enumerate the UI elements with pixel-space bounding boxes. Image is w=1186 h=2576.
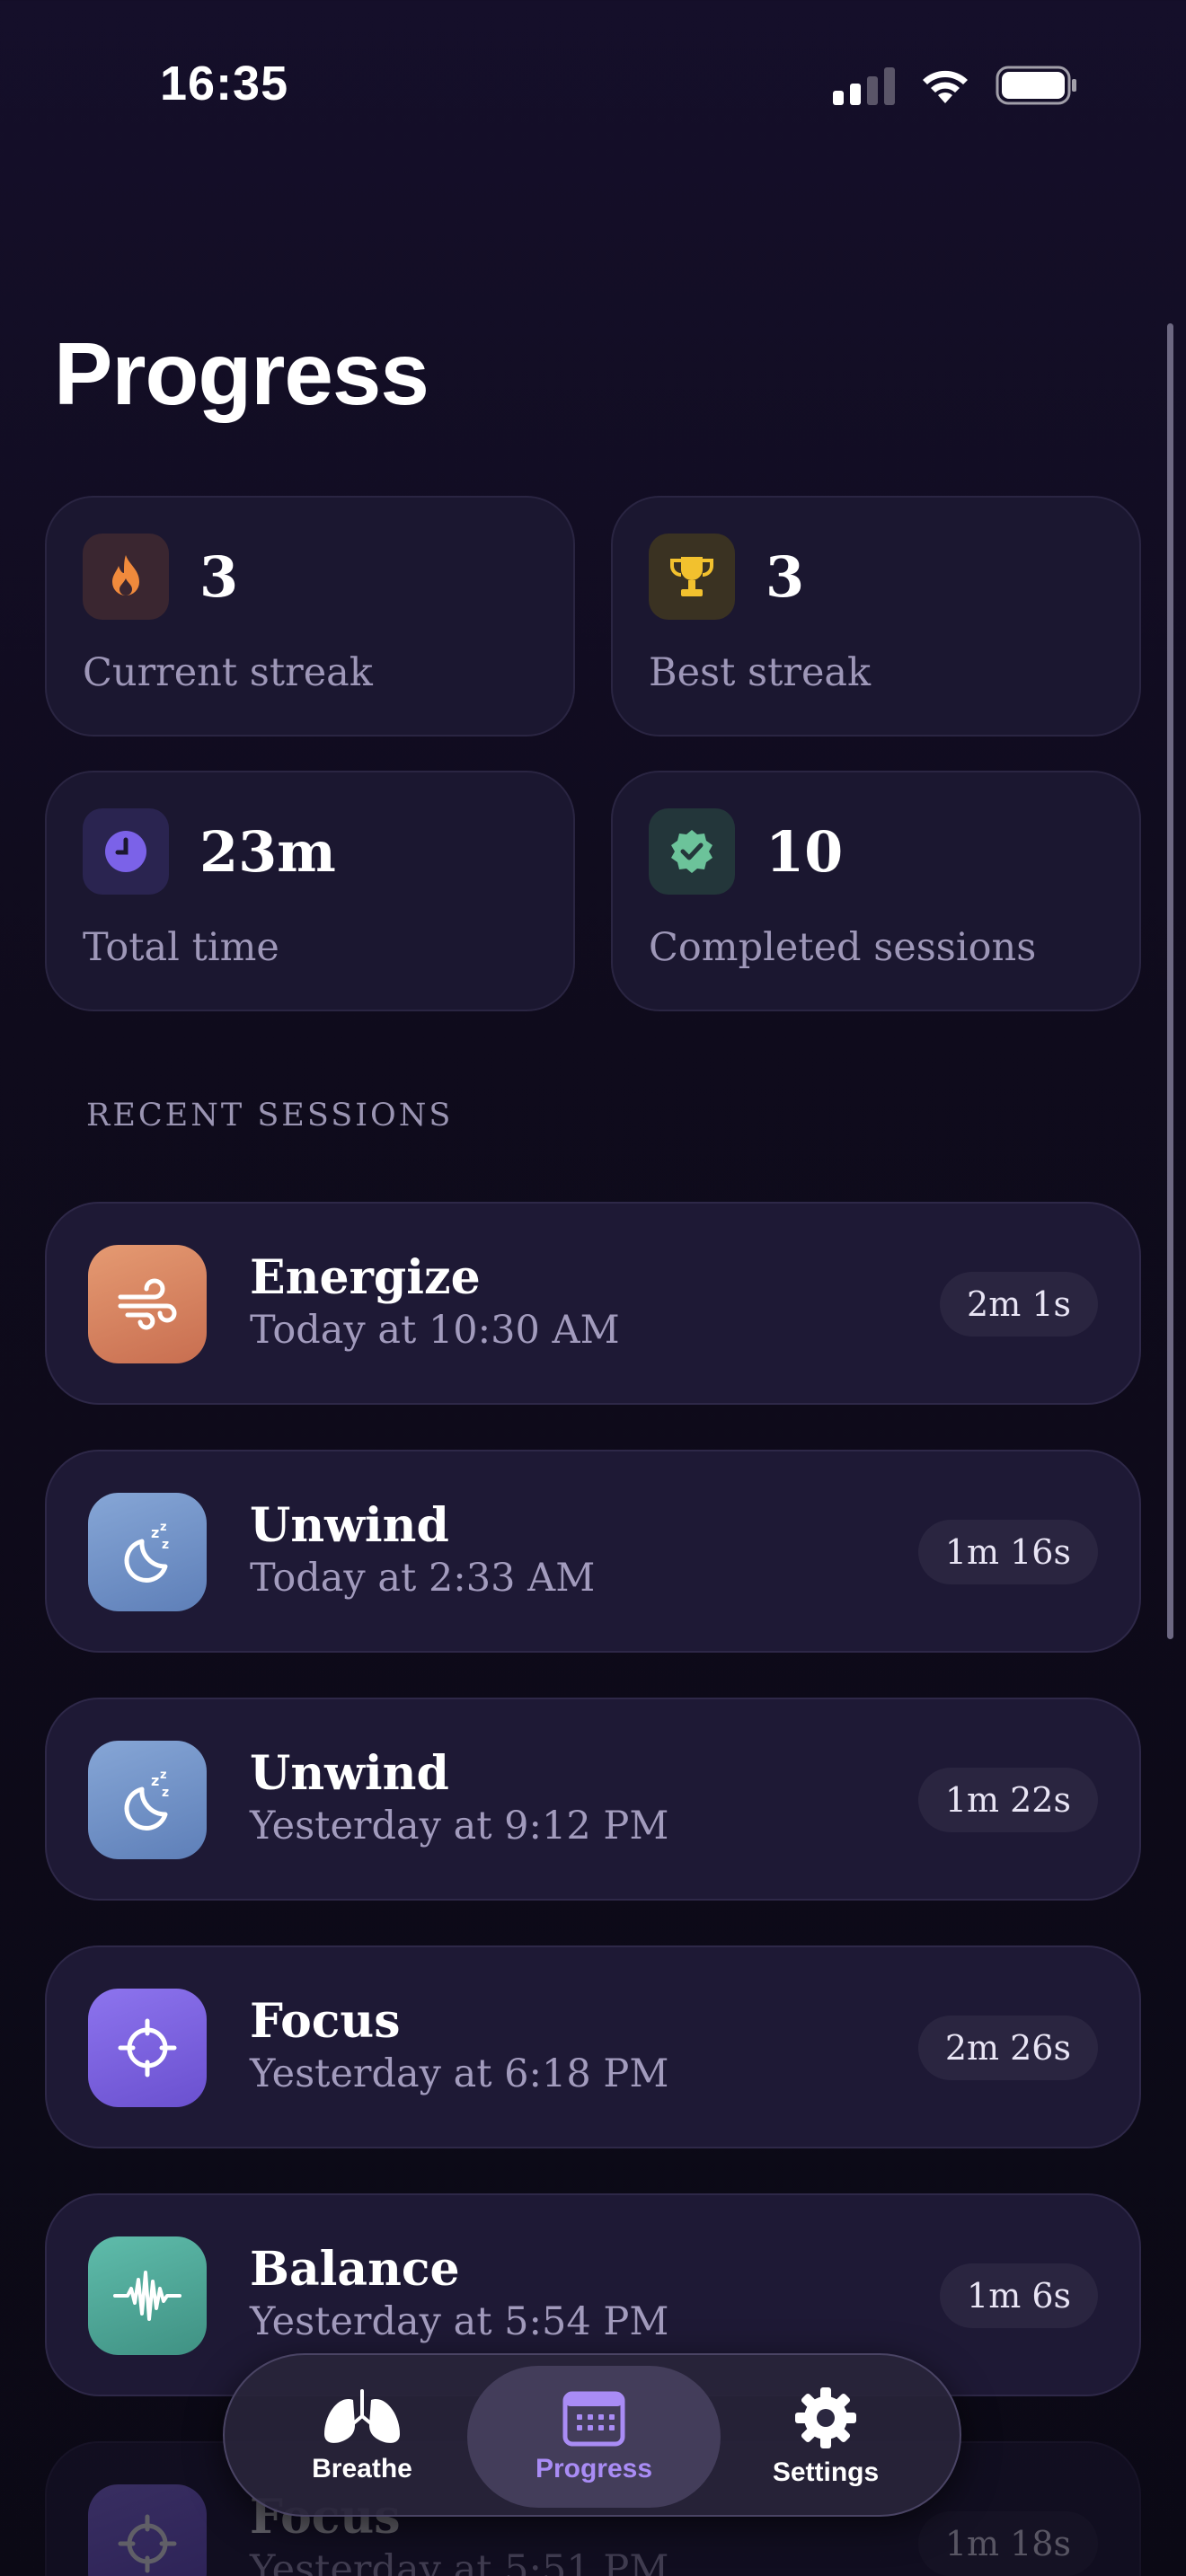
session-row[interactable]: Energize Today at 10:30 AM 2m 1s (45, 1202, 1141, 1405)
duration-badge: 1m 18s (917, 2511, 1098, 2576)
session-name: Unwind (250, 1498, 449, 1553)
stat-value: 23m (199, 819, 336, 885)
tab-label: Breathe (312, 2454, 412, 2483)
waveform-icon (88, 2236, 207, 2355)
crosshair-icon (88, 2484, 207, 2576)
crosshair-icon (88, 1989, 207, 2107)
session-name: Energize (250, 1250, 481, 1305)
session-row[interactable]: Focus Yesterday at 6:18 PM 2m 26s (45, 1945, 1141, 2148)
svg-text:z: z (151, 1524, 159, 1541)
stat-value: 3 (766, 544, 805, 610)
calendar-icon (562, 2391, 625, 2447)
session-time: Today at 2:33 AM (250, 1556, 596, 1601)
stat-card-current-streak: 3 Current streak (45, 496, 575, 737)
stat-value: 3 (199, 544, 239, 610)
moon-sleep-icon: zzz (88, 1741, 207, 1859)
session-name: Focus (250, 1994, 401, 2049)
session-name: Balance (250, 2242, 460, 2297)
gear-icon (795, 2387, 856, 2448)
trophy-icon (649, 534, 735, 620)
tab-bar: Breathe Progress Settings (223, 2353, 961, 2517)
stat-label: Total time (83, 925, 279, 970)
svg-text:z: z (151, 1772, 159, 1789)
duration-badge: 1m 16s (917, 1520, 1098, 1584)
clock-icon (83, 808, 169, 895)
status-icons (833, 65, 1078, 106)
session-time: Yesterday at 5:51 PM (250, 2547, 669, 2576)
status-bar: 16:35 (0, 0, 1186, 171)
stat-label: Completed sessions (649, 925, 1037, 970)
session-row[interactable]: zzz Unwind Today at 2:33 AM 1m 16s (45, 1450, 1141, 1653)
svg-text:z: z (162, 1538, 169, 1552)
stat-card-best-streak: 3 Best streak (611, 496, 1141, 737)
wifi-icon (923, 70, 968, 103)
session-time: Today at 10:30 AM (250, 1308, 620, 1353)
session-row[interactable]: zzz Unwind Yesterday at 9:12 PM 1m 22s (45, 1698, 1141, 1901)
verified-badge-icon (649, 808, 735, 895)
stat-label: Current streak (83, 650, 373, 695)
session-time: Yesterday at 9:12 PM (250, 1804, 669, 1848)
cellular-signal-icon (833, 66, 895, 105)
svg-text:z: z (160, 1769, 167, 1782)
tab-settings[interactable]: Settings (699, 2366, 952, 2508)
duration-badge: 2m 26s (917, 2016, 1098, 2080)
stat-card-total-time: 23m Total time (45, 771, 575, 1011)
moon-sleep-icon: zzz (88, 1493, 207, 1611)
duration-badge: 1m 6s (940, 2263, 1098, 2328)
flame-icon (83, 534, 169, 620)
svg-text:z: z (160, 1521, 167, 1534)
lungs-icon (324, 2389, 400, 2443)
tab-breathe[interactable]: Breathe (235, 2366, 489, 2508)
stat-label: Best streak (649, 650, 872, 695)
session-time: Yesterday at 6:18 PM (250, 2051, 669, 2096)
stat-card-completed-sessions: 10 Completed sessions (611, 771, 1141, 1011)
battery-icon (996, 66, 1076, 105)
tab-label: Progress (535, 2454, 653, 2483)
stat-value: 10 (766, 819, 844, 885)
wind-icon (88, 1245, 207, 1363)
tab-label: Settings (772, 2457, 880, 2487)
duration-badge: 2m 1s (940, 1272, 1098, 1337)
section-title-recent-sessions: RECENT SESSIONS (86, 1098, 454, 1134)
duration-badge: 1m 22s (917, 1768, 1098, 1832)
page-title: Progress (54, 324, 429, 423)
status-time: 16:35 (160, 57, 289, 110)
svg-text:z: z (162, 1786, 169, 1800)
tab-progress[interactable]: Progress (467, 2366, 721, 2508)
session-name: Unwind (250, 1746, 449, 1801)
scrollbar[interactable] (1167, 323, 1173, 1639)
session-time: Yesterday at 5:54 PM (250, 2299, 669, 2344)
